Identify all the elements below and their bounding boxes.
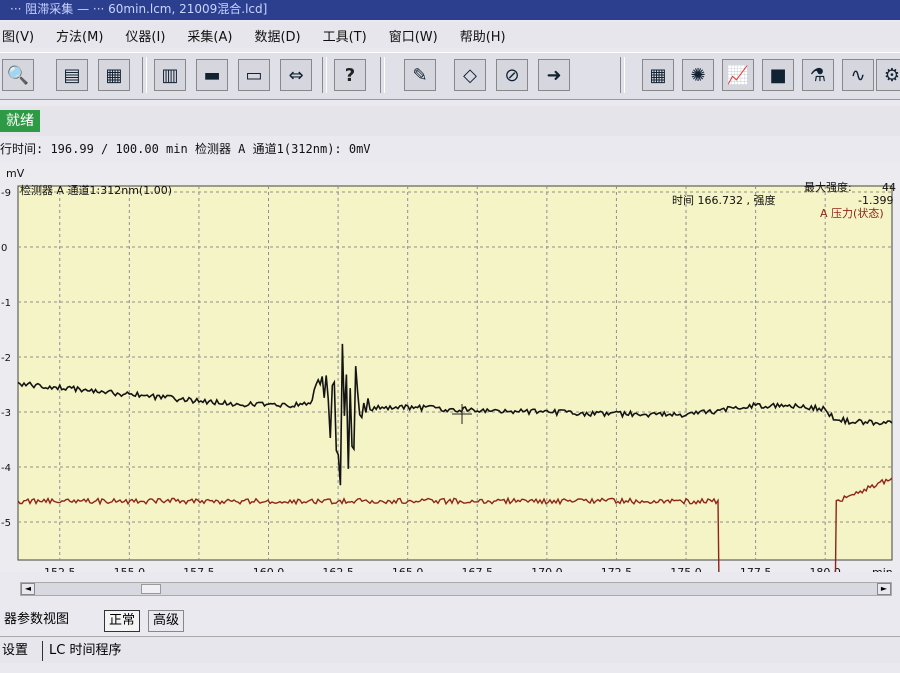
max-intensity-value: 44 [882,181,896,194]
chromatogram-chart[interactable]: -90-1-2-3-4-5-6-7 152.5155.0157.5160.016… [0,162,900,639]
y-tick-label: -1 [1,298,11,309]
scroll-right-button[interactable]: ► [877,583,891,595]
status-ready-badge: 就绪 [0,110,40,132]
wave-icon[interactable]: ∿ [842,59,874,91]
menu-instrument[interactable]: 仪器(I) [125,26,165,45]
flask-icon[interactable]: ⚗ [802,59,834,91]
trace-label: 检测器 A 通道1:312nm(1.00) [20,183,172,197]
export-icon[interactable]: ➜ [538,59,570,91]
color-icon[interactable]: ✺ [682,59,714,91]
menu-window[interactable]: 窗口(W) [389,26,438,45]
runtime-readout: 行时间: 196.99 / 100.00 min 检测器 A 通道1(312nm… [0,142,371,156]
chart-icon[interactable]: 📈 [722,59,754,91]
help-icon[interactable]: ? [334,59,366,91]
x-tick-label: 152.5 [44,566,76,572]
pressure-legend: A 压力(状态) [820,206,884,220]
settings-tab-bar: 设置 LC 时间程序 [0,636,900,663]
horizontal-scrollbar[interactable]: ◄ ► [20,582,892,596]
y-tick-label: 0 [1,243,7,254]
batch-icon[interactable]: ▦ [98,59,130,91]
x-tick-label: 172.5 [601,566,633,572]
tab-advanced[interactable]: 高级 [148,610,185,632]
x-tick-label: 175.0 [670,566,702,572]
menu-acquire[interactable]: 采集(A) [187,26,232,45]
scroll-left-button[interactable]: ◄ [21,583,35,595]
grid-icon[interactable]: ▦ [642,59,674,91]
y-tick-label: -3 [1,408,11,419]
x-tick-label: 177.5 [740,566,772,572]
y-tick-label: -5 [1,518,11,529]
cursor-value: -1.399 [858,194,893,207]
toolbar: 🔍 ▤ ▦ ▥ ▬ ▭ ⇔ ? ✎ ◇ ⊘ ➜ ▦ ✺ 📈 ■ ⚗ ∿ ⚙ [0,52,900,100]
layout-icon[interactable]: ▭ [238,59,270,91]
menu-method[interactable]: 方法(M) [56,26,103,45]
tab-settings[interactable]: 设置 [2,641,28,661]
display-icon[interactable]: ▬ [196,59,228,91]
tab-parameter-view[interactable]: 器参数视图 [0,610,73,630]
acquire-icon[interactable]: ▤ [56,59,88,91]
menu-bar: 图(V) 方法(M) 仪器(I) 采集(A) 数据(D) 工具(T) 窗口(W)… [0,22,900,48]
arrow-icon[interactable]: ⇔ [280,59,312,91]
monitor-icon[interactable]: ▥ [154,59,186,91]
pen-icon[interactable]: ✎ [404,59,436,91]
y-unit-label: mV [6,167,25,180]
menu-view[interactable]: 图(V) [2,26,34,45]
status-bar: 就绪 [0,106,900,136]
menu-tools[interactable]: 工具(T) [323,26,367,45]
menu-help[interactable]: 帮助(H) [460,26,506,45]
x-tick-label: 170.0 [531,566,563,572]
y-tick-label: -2 [1,353,11,364]
x-tick-label: 165.0 [392,566,424,572]
max-intensity-label: 最大强度: [804,180,852,194]
cursor-readout: 时间 166.732 , 强度 [672,193,775,207]
preview-icon[interactable]: 🔍 [2,59,34,91]
start-icon[interactable]: ◇ [454,59,486,91]
x-tick-label: 167.5 [462,566,494,572]
chromatogram-panel[interactable]: -90-1-2-3-4-5-6-7 152.5155.0157.5160.016… [0,162,900,639]
box-icon[interactable]: ■ [762,59,794,91]
x-unit-label: min [872,566,893,572]
menu-data[interactable]: 数据(D) [254,26,300,45]
x-tick-label: 160.0 [253,566,285,572]
stop-icon[interactable]: ⊘ [496,59,528,91]
plot-background [17,185,893,561]
scroll-thumb[interactable] [141,584,161,594]
x-tick-label: 155.0 [114,566,146,572]
tab-lc-time-program[interactable]: LC 时间程序 [42,641,121,661]
x-tick-label: 162.5 [322,566,354,572]
y-tick-label: -4 [1,463,11,474]
window-title: ··· 阻滞采集 — ··· 60min.lcm, 21009混合.lcd] [0,0,900,20]
y-tick-label: -9 [1,188,11,199]
settings-icon[interactable]: ⚙ [876,59,900,91]
x-tick-label: 157.5 [183,566,215,572]
bottom-tab-bar: 器参数视图 正常 高级 [0,608,900,634]
tab-normal[interactable]: 正常 [104,610,141,632]
